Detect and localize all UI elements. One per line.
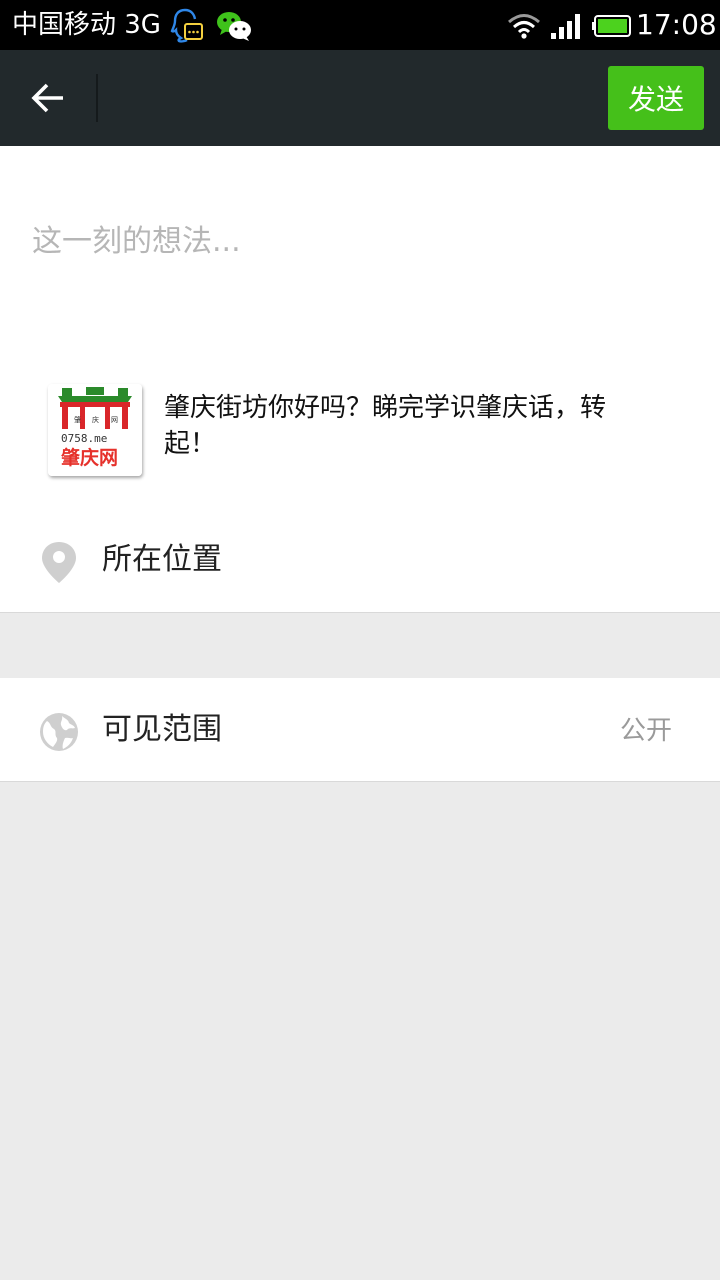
battery-icon <box>592 15 631 37</box>
svg-text:肇: 肇 <box>74 415 81 424</box>
back-button[interactable] <box>20 74 76 122</box>
logo-name-text: 肇庆网 <box>61 446 118 469</box>
location-pin-icon <box>42 542 76 583</box>
svg-text:庆: 庆 <box>92 415 99 424</box>
carrier-label: 中国移动 3G <box>12 10 161 40</box>
visibility-row[interactable]: 可见范围 公开 <box>0 678 720 782</box>
status-bar: 中国移动 3G 17:08 <box>0 0 720 50</box>
zhaoqing-logo-icon: 肇 庆 网 0758.me 肇庆网 <box>48 384 142 476</box>
arrow-left-icon <box>31 83 63 113</box>
wechat-icon <box>217 12 251 41</box>
signal-icon <box>551 14 580 39</box>
send-button[interactable]: 发送 <box>608 66 704 130</box>
svg-text:网: 网 <box>111 416 118 424</box>
globe-icon <box>40 713 78 751</box>
top-toolbar: 发送 <box>0 50 720 146</box>
location-row[interactable]: 所在位置 <box>0 512 720 612</box>
wifi-icon <box>508 14 540 39</box>
link-title: 肇庆街坊你好吗？睇完学识肇庆话，转起！ <box>164 393 607 459</box>
shared-link-card[interactable]: 肇 庆 网 0758.me 肇庆网 肇庆街坊你好吗？睇完学识肇庆话，转起！ <box>48 384 688 480</box>
visibility-label: 可见范围 <box>102 712 222 747</box>
toolbar-divider <box>96 74 98 122</box>
divider <box>0 612 720 613</box>
logo-domain-text: 0758.me <box>61 432 107 445</box>
location-label: 所在位置 <box>102 542 222 577</box>
visibility-value: 公开 <box>619 716 672 746</box>
link-thumbnail: 肇 庆 网 0758.me 肇庆网 <box>48 384 142 476</box>
qq-notification-icon <box>170 8 203 43</box>
thought-input[interactable] <box>32 220 672 262</box>
status-time: 17:08 <box>636 8 717 41</box>
compose-panel: 肇 庆 网 0758.me 肇庆网 肇庆街坊你好吗？睇完学识肇庆话，转起！ 所在… <box>0 146 720 613</box>
